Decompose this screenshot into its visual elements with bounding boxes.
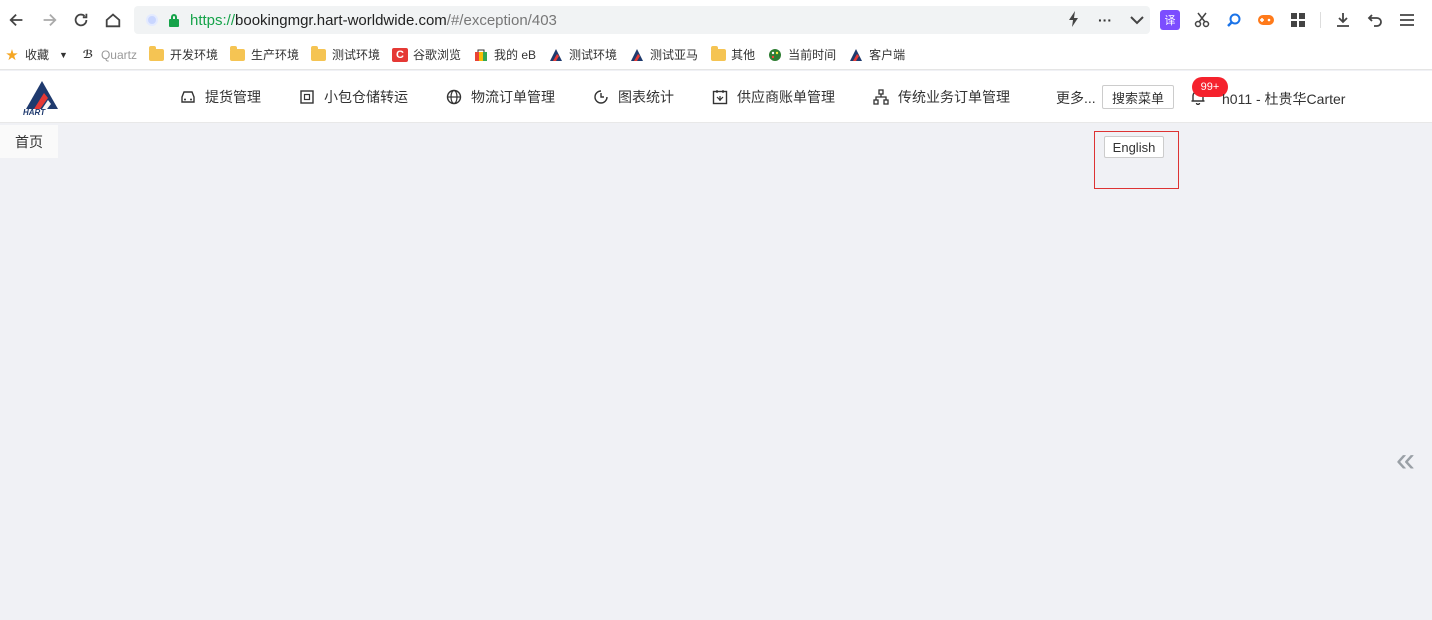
package-icon xyxy=(299,89,315,105)
lightning-icon[interactable] xyxy=(1068,10,1080,30)
tab-home[interactable]: 首页 xyxy=(0,125,58,158)
logo-text: HART xyxy=(23,108,46,117)
bookmark-client[interactable]: 客户端 xyxy=(848,46,905,63)
menu-label: 供应商账单管理 xyxy=(737,89,835,105)
bookmark-test-env-2[interactable]: 测试环境 xyxy=(548,46,617,63)
bookmark-favorites[interactable]: ★ 收藏 ▼ xyxy=(4,46,68,64)
menu-label: 传统业务订单管理 xyxy=(898,89,1010,105)
folder-icon xyxy=(311,45,327,62)
browser-toolbar: https://bookingmgr.hart-worldwide.com/#/… xyxy=(0,0,1432,40)
caret-down-icon[interactable]: ▼ xyxy=(59,50,68,60)
url-host: bookingmgr.hart-worldwide.com xyxy=(235,11,447,29)
bookmarks-bar: ★ 收藏 ▼ ℬ Quartz 开发环境 生产环境 测试环境 C 谷歌浏览 我的… xyxy=(0,40,1432,70)
menu-label: 小包仓储转运 xyxy=(324,89,408,105)
folder-icon xyxy=(710,45,726,62)
chevron-down-icon[interactable] xyxy=(1130,13,1144,28)
palette-icon xyxy=(767,48,783,62)
bookmark-label: 收藏 xyxy=(25,48,50,62)
hart-logo[interactable]: HART xyxy=(20,79,64,119)
bookmark-label: 当前时间 xyxy=(788,48,837,62)
hart-logo-icon xyxy=(548,48,564,62)
bookmark-current-time[interactable]: 当前时间 xyxy=(767,46,836,63)
main-menu: 提货管理 小包仓储转运 物流订单管理 图表统计 供应商账单管理 传统业务订单管理 xyxy=(180,71,1048,123)
app-header: HART 提货管理 小包仓储转运 物流订单管理 图表统计 供应商账单管理 传统业… xyxy=(0,71,1432,123)
hart-logo-icon xyxy=(848,48,864,62)
menu-label: 提货管理 xyxy=(205,89,261,105)
apps-grid-icon[interactable] xyxy=(1288,10,1308,30)
menu-label: 图表统计 xyxy=(618,89,674,105)
bookmark-label: 客户端 xyxy=(869,48,906,62)
bookmark-other[interactable]: 其他 xyxy=(710,45,756,63)
bookmark-label: 测试环境 xyxy=(331,48,380,62)
url-text[interactable]: https://bookingmgr.hart-worldwide.com/#/… xyxy=(190,12,557,29)
translate-icon[interactable]: 译 xyxy=(1160,10,1180,30)
quartz-icon: ℬ xyxy=(82,49,94,61)
menu-charts[interactable]: 图表统计 xyxy=(593,87,674,107)
address-bar[interactable]: https://bookingmgr.hart-worldwide.com/#/… xyxy=(134,6,1150,34)
bookmark-label: 其他 xyxy=(731,48,756,62)
menu-traditional-orders[interactable]: 传统业务订单管理 xyxy=(873,87,1010,107)
more-options-icon[interactable]: ··· xyxy=(1098,12,1112,28)
org-chart-icon xyxy=(873,89,889,105)
menu-pickup[interactable]: 提货管理 xyxy=(180,87,261,107)
bookmark-label: 我的 eB xyxy=(494,48,537,62)
search-icon[interactable] xyxy=(1224,10,1244,30)
folder-icon xyxy=(230,45,246,62)
user-name[interactable]: h011 - 杜贵华Carter xyxy=(1222,89,1345,109)
menu-parcel-storage[interactable]: 小包仓储转运 xyxy=(299,87,408,107)
bag-icon xyxy=(473,48,489,62)
bookmark-quartz[interactable]: ℬ Quartz xyxy=(80,48,137,62)
bookmark-prod-env[interactable]: 生产环境 xyxy=(230,45,299,63)
site-info-icon[interactable] xyxy=(146,14,158,26)
bookmark-label: 测试环境 xyxy=(569,48,618,62)
hart-logo-icon xyxy=(629,48,645,62)
bookmark-ebay[interactable]: 我的 eB xyxy=(473,46,536,63)
bookmark-label: Quartz xyxy=(100,47,137,62)
toolbar-divider xyxy=(1320,12,1321,28)
c-icon: C xyxy=(392,47,408,62)
bookmark-label: 生产环境 xyxy=(250,48,299,62)
bill-icon xyxy=(712,89,728,105)
menu-logistics-orders[interactable]: 物流订单管理 xyxy=(446,87,555,107)
back-icon[interactable] xyxy=(2,5,32,35)
url-path: /#/exception/403 xyxy=(446,11,557,29)
folder-icon xyxy=(149,45,165,62)
bookmark-test-env[interactable]: 测试环境 xyxy=(311,45,380,63)
menu-supplier-bills[interactable]: 供应商账单管理 xyxy=(712,87,835,107)
url-scheme: https:// xyxy=(190,11,236,29)
globe-icon xyxy=(446,89,462,105)
gamepad-icon[interactable] xyxy=(1256,10,1276,30)
car-icon xyxy=(180,89,196,105)
bookmark-label: 开发环境 xyxy=(169,48,218,62)
bookmark-label: 谷歌浏览 xyxy=(413,48,462,62)
home-icon[interactable] xyxy=(98,5,128,35)
search-menu-button[interactable]: 搜索菜单 xyxy=(1102,85,1174,109)
star-icon: ★ xyxy=(5,46,19,64)
bookmark-label: 测试亚马 xyxy=(650,48,699,62)
bookmark-dev-env[interactable]: 开发环境 xyxy=(149,45,218,63)
bookmark-google[interactable]: C 谷歌浏览 xyxy=(392,46,461,63)
scissors-icon[interactable] xyxy=(1192,10,1212,30)
language-english-button[interactable]: English xyxy=(1104,136,1164,158)
menu-label: 物流订单管理 xyxy=(471,89,555,105)
bookmark-test-amazon[interactable]: 测试亚马 xyxy=(629,46,698,63)
undo-icon[interactable] xyxy=(1365,10,1385,30)
menu-more[interactable]: 更多... xyxy=(1056,88,1096,108)
lock-icon xyxy=(168,13,180,27)
menu-icon[interactable] xyxy=(1397,10,1417,30)
double-chevron-left-icon[interactable]: « xyxy=(1396,440,1426,480)
download-icon[interactable] xyxy=(1333,10,1353,30)
reload-icon[interactable] xyxy=(66,5,96,35)
clock-chart-icon xyxy=(593,89,609,105)
forward-icon[interactable] xyxy=(34,5,64,35)
